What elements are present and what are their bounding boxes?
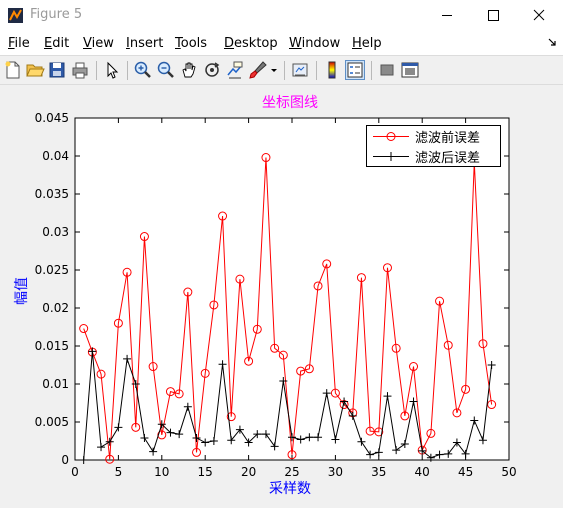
hide-plot-tools-icon[interactable] — [377, 60, 397, 80]
toolbar-separator — [127, 61, 128, 80]
toolbar-separator — [96, 61, 97, 80]
legend-marker-plus-icon — [373, 152, 409, 161]
link-icon[interactable] — [290, 60, 310, 80]
y-tick-label: 0.005 — [35, 415, 69, 429]
y-tick-label: 0.025 — [35, 263, 69, 277]
y-tick-label: 0.045 — [35, 111, 69, 125]
matlab-figure-icon — [8, 8, 23, 23]
open-file-icon[interactable] — [25, 60, 45, 80]
y-tick-label: 0.02 — [42, 301, 69, 315]
menu-edit[interactable]: Edit — [44, 36, 69, 51]
menu-bar: File Edit View Insert Tools Desktop Wind… — [0, 31, 563, 55]
menu-edit-mnemonic: E — [44, 36, 53, 51]
legend-entry-series-2: 滤波后误差 — [367, 146, 502, 166]
y-tick-label: 0 — [61, 453, 69, 467]
x-tick-label: 45 — [458, 465, 473, 479]
legend-icon[interactable] — [345, 60, 365, 80]
menu-window-label: indow — [301, 36, 341, 51]
x-tick-label: 15 — [198, 465, 213, 479]
y-tick-label: 0.03 — [42, 225, 69, 239]
maximize-button[interactable] — [470, 0, 516, 31]
show-plot-tools-icon[interactable] — [400, 60, 420, 80]
save-icon[interactable] — [47, 60, 67, 80]
zoom-in-icon[interactable] — [133, 60, 153, 80]
menu-window[interactable]: Window — [289, 36, 340, 51]
menu-help[interactable]: Help — [352, 36, 382, 51]
toolbar-separator — [284, 61, 285, 80]
x-tick-label: 40 — [415, 465, 430, 479]
y-tick-label: 0.035 — [35, 187, 69, 201]
menu-view-label: iew — [91, 36, 114, 51]
menu-desktop-label: esktop — [234, 36, 278, 51]
legend-marker-circle-icon — [373, 132, 409, 141]
zoom-out-icon[interactable] — [156, 60, 176, 80]
menu-tools[interactable]: Tools — [175, 36, 207, 51]
menu-insert-label: nsert — [129, 36, 164, 51]
menu-tools-label: ools — [180, 36, 208, 51]
legend-label-series-2: 滤波后误差 — [415, 151, 481, 166]
maximize-icon — [488, 10, 499, 21]
menu-help-label: elp — [361, 36, 382, 51]
x-tick-label: 50 — [501, 465, 516, 479]
menu-help-mnemonic: H — [352, 36, 362, 51]
rotate-3d-icon[interactable] — [202, 60, 222, 80]
toolbar — [0, 55, 563, 85]
close-button[interactable] — [516, 0, 562, 31]
menu-desktop[interactable]: Desktop — [224, 36, 278, 51]
print-icon[interactable] — [70, 60, 90, 80]
pan-icon[interactable] — [179, 60, 199, 80]
menu-insert[interactable]: Insert — [126, 36, 163, 51]
toolbar-separator — [371, 61, 372, 80]
menu-file[interactable]: File — [8, 36, 30, 51]
dock-arrow-icon[interactable] — [547, 37, 557, 47]
menu-view-mnemonic: V — [83, 36, 92, 51]
legend-entry-series-1: 滤波前误差 — [367, 126, 502, 146]
x-axis-label: 采样数 — [269, 481, 311, 497]
chevron-down-icon[interactable] — [268, 60, 280, 80]
x-tick-label: 0 — [71, 465, 79, 479]
y-tick-label: 0.04 — [42, 149, 69, 163]
legend-label-series-1: 滤波前误差 — [415, 131, 481, 146]
x-tick-label: 5 — [115, 465, 123, 479]
y-tick-label: 0.015 — [35, 339, 69, 353]
y-axis-label: 幅值 — [14, 277, 30, 305]
colorbar-icon[interactable] — [322, 60, 342, 80]
legend[interactable]: 滤波前误差 滤波后误差 — [366, 125, 501, 167]
y-tick-label: 0.01 — [42, 377, 69, 391]
minimize-icon — [442, 15, 452, 16]
menu-desktop-mnemonic: D — [224, 36, 235, 51]
menu-window-mnemonic: W — [289, 36, 302, 51]
title-bar: Figure 5 — [0, 0, 563, 31]
x-tick-label: 20 — [241, 465, 256, 479]
x-tick-label: 35 — [371, 465, 386, 479]
menu-edit-label: dit — [52, 36, 70, 51]
chart-title: 坐标图线 — [262, 95, 318, 111]
pointer-icon[interactable] — [102, 60, 122, 80]
data-cursor-icon[interactable] — [225, 60, 245, 80]
menu-file-label: ile — [14, 36, 30, 51]
close-icon — [533, 9, 545, 21]
x-tick-label: 25 — [284, 465, 299, 479]
new-figure-icon[interactable] — [3, 60, 23, 80]
brush-icon[interactable] — [248, 60, 268, 80]
x-tick-label: 30 — [328, 465, 343, 479]
minimize-button[interactable] — [424, 0, 470, 31]
x-tick-label: 10 — [154, 465, 169, 479]
window-title: Figure 5 — [30, 7, 83, 22]
toolbar-separator — [316, 61, 317, 80]
menu-view[interactable]: View — [83, 36, 114, 51]
